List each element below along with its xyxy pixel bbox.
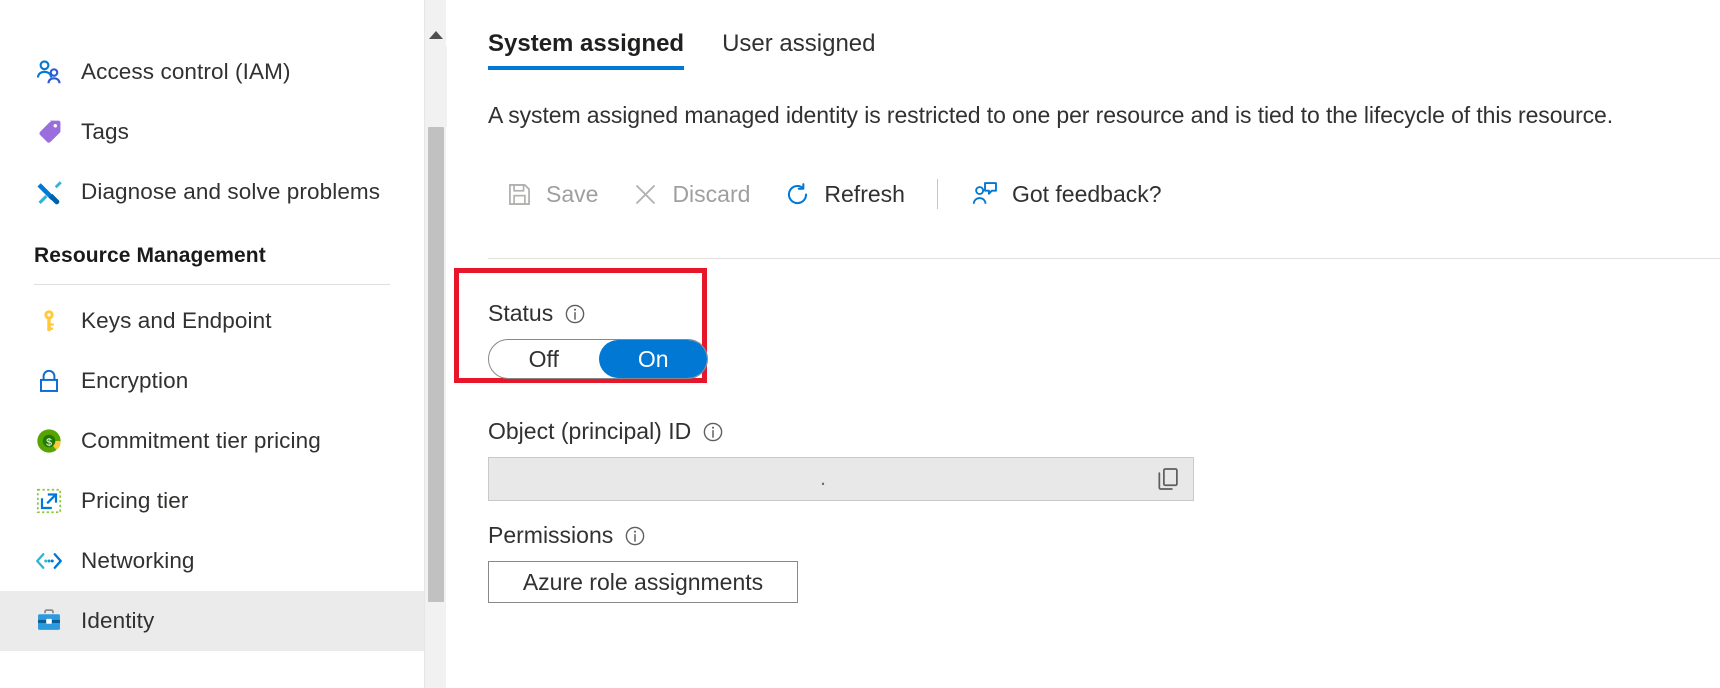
copy-icon[interactable] bbox=[1143, 458, 1193, 500]
sidebar-scrollbar[interactable] bbox=[424, 0, 446, 688]
refresh-label: Refresh bbox=[824, 181, 905, 208]
networking-icon bbox=[34, 546, 64, 576]
sidebar-section-title: Resource Management bbox=[34, 244, 424, 268]
key-icon bbox=[34, 306, 64, 336]
tab-label: System assigned bbox=[488, 30, 684, 57]
permissions-field: Permissions Azure role assignments bbox=[488, 522, 798, 603]
sidebar-item-diagnose-and-solve-problems[interactable]: Diagnose and solve problems bbox=[0, 162, 424, 222]
tag-icon bbox=[34, 117, 64, 147]
identity-main-panel: System assigned User assigned A system a… bbox=[446, 0, 1720, 688]
status-toggle-on[interactable]: On bbox=[599, 340, 709, 378]
sidebar-item-pricing-tier[interactable]: Pricing tier bbox=[0, 471, 424, 531]
sidebar-item-encryption[interactable]: Encryption bbox=[0, 351, 424, 411]
sidebar-item-label: Tags bbox=[81, 119, 129, 145]
sidebar-item-label: Diagnose and solve problems bbox=[81, 179, 380, 205]
sidebar-item-label: Keys and Endpoint bbox=[81, 308, 272, 334]
tab-system-assigned[interactable]: System assigned bbox=[488, 30, 684, 70]
scrollbar-track[interactable] bbox=[425, 46, 447, 127]
svg-text:$: $ bbox=[46, 437, 52, 449]
identity-tabs: System assigned User assigned bbox=[488, 30, 1720, 86]
info-icon[interactable] bbox=[564, 303, 586, 325]
permissions-label: Permissions bbox=[488, 522, 613, 549]
sidebar-item-label: Identity bbox=[81, 608, 154, 634]
feedback-person-icon bbox=[970, 179, 1000, 209]
info-icon[interactable] bbox=[624, 525, 646, 547]
sidebar-item-label: Pricing tier bbox=[81, 488, 188, 514]
sidebar-item-networking[interactable]: Networking bbox=[0, 531, 424, 591]
sidebar-item-label: Commitment tier pricing bbox=[81, 428, 321, 454]
sidebar-section-resource-management: Resource Management bbox=[0, 222, 424, 274]
scrollbar-thumb[interactable] bbox=[428, 127, 444, 602]
status-toggle-off[interactable]: Off bbox=[489, 340, 599, 378]
azure-identity-page: Access control (IAM) Tags Diagnose a bbox=[0, 0, 1720, 688]
lock-icon bbox=[34, 366, 64, 396]
sidebar-item-label: Networking bbox=[81, 548, 195, 574]
feedback-label: Got feedback? bbox=[1012, 181, 1162, 208]
permissions-label-row: Permissions bbox=[488, 522, 798, 549]
object-principal-id-field: Object (principal) ID . bbox=[488, 418, 1194, 501]
save-icon bbox=[504, 179, 534, 209]
close-icon bbox=[630, 179, 660, 209]
object-id-label: Object (principal) ID bbox=[488, 418, 691, 445]
status-label: Status bbox=[488, 300, 553, 327]
toolbar-divider bbox=[937, 179, 938, 209]
discard-label: Discard bbox=[672, 181, 750, 208]
discard-button[interactable]: Discard bbox=[614, 173, 766, 215]
sidebar-item-label: Encryption bbox=[81, 368, 188, 394]
identity-description: A system assigned managed identity is re… bbox=[488, 102, 1720, 129]
command-bar: Save Discard Refresh bbox=[488, 167, 1720, 221]
sidebar-item-access-control[interactable]: Access control (IAM) bbox=[0, 42, 424, 102]
status-off-label: Off bbox=[529, 346, 559, 373]
status-toggle[interactable]: Off On bbox=[488, 339, 708, 379]
tab-label: User assigned bbox=[722, 30, 875, 57]
status-on-label: On bbox=[638, 346, 669, 373]
status-field: Status Off On bbox=[488, 300, 708, 379]
got-feedback-button[interactable]: Got feedback? bbox=[954, 173, 1178, 215]
object-id-value: . bbox=[489, 467, 1143, 491]
access-control-icon bbox=[34, 57, 64, 87]
refresh-icon bbox=[782, 179, 812, 209]
identity-briefcase-icon bbox=[34, 606, 64, 636]
sidebar-item-tags[interactable]: Tags bbox=[0, 102, 424, 162]
refresh-button[interactable]: Refresh bbox=[766, 173, 921, 215]
object-id-label-row: Object (principal) ID bbox=[488, 418, 1194, 445]
sidebar-item-commitment-tier-pricing[interactable]: $ Commitment tier pricing bbox=[0, 411, 424, 471]
sidebar-item-keys-and-endpoint[interactable]: Keys and Endpoint bbox=[0, 291, 424, 351]
sidebar-section-divider bbox=[34, 284, 390, 285]
resource-sidebar: Access control (IAM) Tags Diagnose a bbox=[0, 0, 424, 688]
status-label-row: Status bbox=[488, 300, 708, 327]
save-button[interactable]: Save bbox=[488, 173, 614, 215]
info-icon[interactable] bbox=[702, 421, 724, 443]
pricing-tier-icon bbox=[34, 486, 64, 516]
wrench-screwdriver-icon bbox=[34, 177, 64, 207]
scroll-up-arrow-icon[interactable] bbox=[425, 24, 447, 46]
object-id-input[interactable]: . bbox=[488, 457, 1194, 501]
pie-dollar-icon: $ bbox=[34, 426, 64, 456]
sidebar-item-label: Access control (IAM) bbox=[81, 59, 291, 85]
tab-user-assigned[interactable]: User assigned bbox=[722, 30, 875, 70]
sidebar-item-identity[interactable]: Identity bbox=[0, 591, 424, 651]
save-label: Save bbox=[546, 181, 598, 208]
command-bar-divider bbox=[488, 258, 1720, 259]
azure-role-assignments-button[interactable]: Azure role assignments bbox=[488, 561, 798, 603]
